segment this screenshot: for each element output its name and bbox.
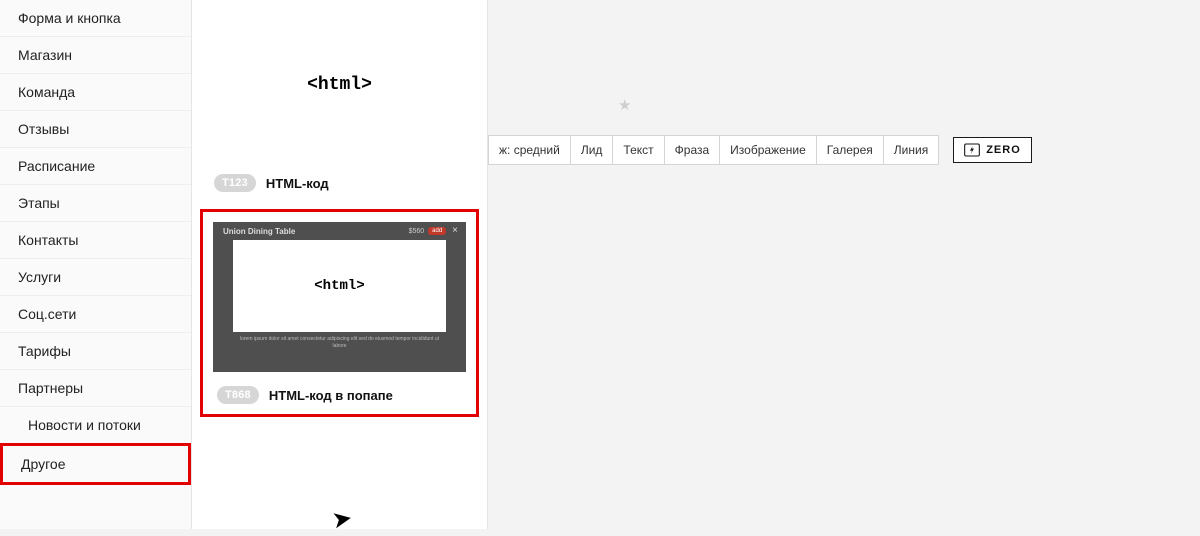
popup-add-button: add [428, 227, 446, 235]
block-code-badge: T868 [217, 386, 259, 404]
close-icon: × [450, 226, 460, 236]
block-card-html-popup[interactable]: Union Dining Table $560 add × <html> lor… [200, 209, 479, 417]
toolbar-btn-image[interactable]: Изображение [720, 136, 817, 164]
sidebar-item-label: Партнеры [18, 380, 83, 396]
toolbar-btn-text[interactable]: Текст [613, 136, 664, 164]
toolbar-btn-lead[interactable]: Лид [571, 136, 614, 164]
toolbar-btn-line[interactable]: Линия [884, 136, 938, 164]
toolbar-btn-gallery[interactable]: Галерея [817, 136, 884, 164]
sidebar-item-label: Новости и потоки [28, 417, 141, 433]
sidebar-item-news[interactable]: Новости и потоки [0, 407, 191, 443]
toolbar-btn-label: Текст [623, 143, 653, 157]
toolbar-btn-label: Изображение [730, 143, 806, 157]
popup-header-title: Union Dining Table [223, 227, 295, 236]
sidebar-item-stages[interactable]: Этапы [0, 185, 191, 222]
sidebar-item-label: Тарифы [18, 343, 71, 359]
sidebar-item-label: Контакты [18, 232, 78, 248]
block-code-badge: T123 [214, 174, 256, 192]
block-label-row: T868 HTML-код в попапе [203, 382, 476, 406]
toolbar-btn-label: Фраза [675, 143, 710, 157]
sidebar-item-label: Отзывы [18, 121, 69, 137]
block-preview: <html> [200, 0, 479, 170]
toolbar-group: ж: средний Лид Текст Фраза Изображение Г… [488, 135, 939, 165]
sidebar-item-partners[interactable]: Партнеры [0, 370, 191, 407]
toolbar: ж: средний Лид Текст Фраза Изображение Г… [488, 135, 1032, 165]
sidebar-item-team[interactable]: Команда [0, 74, 191, 111]
sidebar-item-label: Услуги [18, 269, 61, 285]
sidebar-item-label: Форма и кнопка [18, 10, 121, 26]
zero-block-button[interactable]: ZERO [953, 137, 1032, 163]
block-label-row: T123 HTML-код [200, 170, 479, 194]
sidebar-item-label: Магазин [18, 47, 72, 63]
toolbar-btn-label: Линия [894, 143, 928, 157]
sidebar-item-label: Этапы [18, 195, 60, 211]
bolt-icon [964, 143, 980, 157]
toolbar-btn-label: ж: средний [499, 143, 560, 157]
block-card-html[interactable]: <html> T123 HTML-код [200, 0, 479, 194]
sidebar-item-services[interactable]: Услуги [0, 259, 191, 296]
sidebar-item-pricing[interactable]: Тарифы [0, 333, 191, 370]
sidebar-item-other[interactable]: Другое [0, 443, 191, 485]
star-icon[interactable]: ★ [618, 96, 631, 114]
html-tag-label: <html> [314, 278, 364, 294]
block-title: HTML-код в попапе [269, 388, 393, 403]
html-tag-label: <html> [307, 75, 372, 95]
block-preview-popup: Union Dining Table $560 add × <html> lor… [213, 222, 466, 372]
sidebar-item-form-button[interactable]: Форма и кнопка [0, 0, 191, 37]
popup-header: Union Dining Table $560 add × [213, 222, 466, 238]
sidebar-item-social[interactable]: Соц.сети [0, 296, 191, 333]
sidebar-item-shop[interactable]: Магазин [0, 37, 191, 74]
sidebar-item-schedule[interactable]: Расписание [0, 148, 191, 185]
sidebar-item-contacts[interactable]: Контакты [0, 222, 191, 259]
sidebar-item-reviews[interactable]: Отзывы [0, 111, 191, 148]
blocks-panel: <html> T123 HTML-код Union Dining Table … [192, 0, 488, 529]
sidebar: Форма и кнопка Магазин Команда Отзывы Ра… [0, 0, 192, 529]
popup-inner: <html> [233, 240, 446, 332]
block-title: HTML-код [266, 176, 329, 191]
zero-label: ZERO [986, 144, 1021, 156]
toolbar-btn-label: Лид [581, 143, 603, 157]
toolbar-btn-heading-medium[interactable]: ж: средний [489, 136, 571, 164]
sidebar-item-label: Команда [18, 84, 75, 100]
toolbar-btn-label: Галерея [827, 143, 873, 157]
sidebar-item-label: Расписание [18, 158, 95, 174]
sidebar-item-label: Другое [21, 456, 65, 472]
sidebar-item-label: Соц.сети [18, 306, 76, 322]
popup-footer-text: lorem ipsum dolor sit amet consectetur a… [213, 332, 466, 349]
popup-price: $560 [409, 228, 425, 235]
toolbar-btn-phrase[interactable]: Фраза [665, 136, 721, 164]
